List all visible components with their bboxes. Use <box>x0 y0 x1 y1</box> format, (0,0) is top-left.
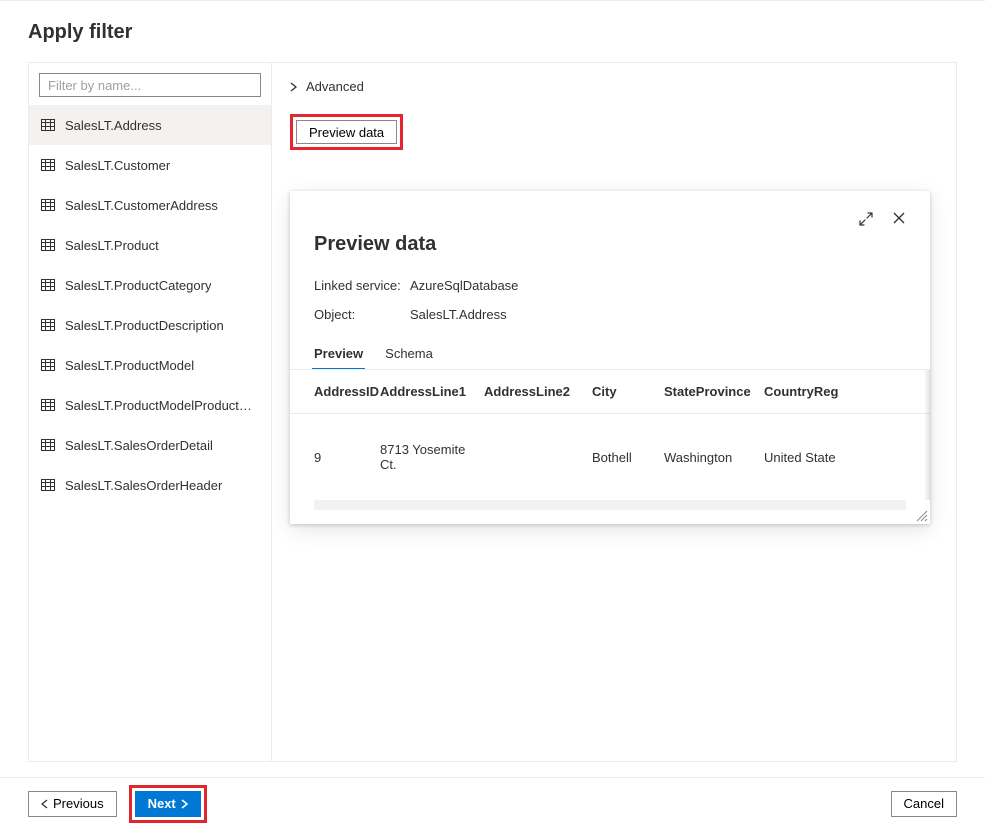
advanced-toggle[interactable]: Advanced <box>290 79 938 94</box>
cancel-button[interactable]: Cancel <box>891 791 957 817</box>
column-header[interactable]: CountryReg <box>764 370 930 414</box>
table-item[interactable]: SalesLT.Customer <box>29 145 271 185</box>
column-header[interactable]: StateProvince <box>664 370 764 414</box>
table-item-label: SalesLT.Address <box>65 118 162 133</box>
table-row[interactable]: 98713 Yosemite Ct. BothellWashingtonUnite… <box>290 414 930 501</box>
preview-grid: AddressIDAddressLine1AddressLine2CitySta… <box>290 370 930 500</box>
wizard-footer: Previous Next Cancel <box>0 777 985 829</box>
table-item[interactable]: SalesLT.Address <box>29 105 271 145</box>
horizontal-scrollbar[interactable] <box>314 500 906 510</box>
column-header[interactable]: AddressID <box>290 370 380 414</box>
table-icon <box>41 279 55 291</box>
table-icon <box>41 239 55 251</box>
table-icon <box>41 399 55 411</box>
table-item-label: SalesLT.SalesOrderHeader <box>65 478 222 493</box>
tab-schema[interactable]: Schema <box>385 346 433 369</box>
previous-button[interactable]: Previous <box>28 791 117 817</box>
table-icon <box>41 359 55 371</box>
table-item[interactable]: SalesLT.ProductDescription <box>29 305 271 345</box>
column-header[interactable]: AddressLine1 <box>380 370 484 414</box>
expand-icon[interactable] <box>858 211 874 227</box>
table-item-label: SalesLT.ProductDescription <box>65 318 224 333</box>
table-item[interactable]: SalesLT.Product <box>29 225 271 265</box>
table-item-label: SalesLT.ProductCategory <box>65 278 211 293</box>
table-item-label: SalesLT.ProductModelProductDe... <box>65 398 259 413</box>
table-item-label: SalesLT.Product <box>65 238 159 253</box>
right-pane: Advanced Preview data <box>272 63 956 761</box>
table-item-label: SalesLT.CustomerAddress <box>65 198 218 213</box>
table-list: SalesLT.Address SalesLT.Customer SalesLT.C… <box>29 105 271 761</box>
linked-service-value: AzureSqlDatabase <box>410 278 518 293</box>
next-button[interactable]: Next <box>135 791 201 817</box>
cell: 9 <box>290 414 380 501</box>
linked-service-label: Linked service: <box>314 278 410 293</box>
table-item[interactable]: SalesLT.CustomerAddress <box>29 185 271 225</box>
cell <box>484 414 592 501</box>
object-label: Object: <box>314 307 410 322</box>
table-icon <box>41 479 55 491</box>
filter-by-name-input[interactable] <box>39 73 261 97</box>
column-header[interactable]: AddressLine2 <box>484 370 592 414</box>
table-item[interactable]: SalesLT.ProductModel <box>29 345 271 385</box>
table-list-pane: SalesLT.Address SalesLT.Customer SalesLT.C… <box>29 63 272 761</box>
main-panel: SalesLT.Address SalesLT.Customer SalesLT.C… <box>28 62 957 762</box>
table-item[interactable]: SalesLT.ProductCategory <box>29 265 271 305</box>
cell: 8713 Yosemite Ct. <box>380 414 484 501</box>
preview-data-panel: Preview data Linked service: AzureSqlDat… <box>290 191 930 524</box>
table-icon <box>41 319 55 331</box>
table-item[interactable]: SalesLT.ProductModelProductDe... <box>29 385 271 425</box>
tab-preview[interactable]: Preview <box>314 346 363 369</box>
table-item-label: SalesLT.SalesOrderDetail <box>65 438 213 453</box>
resize-handle-icon <box>914 508 928 522</box>
table-item-label: SalesLT.ProductModel <box>65 358 194 373</box>
table-item-label: SalesLT.Customer <box>65 158 170 173</box>
preview-data-button[interactable]: Preview data <box>296 120 397 144</box>
chevron-right-icon <box>290 82 298 92</box>
table-icon <box>41 119 55 131</box>
table-icon <box>41 199 55 211</box>
object-value: SalesLT.Address <box>410 307 507 322</box>
advanced-label: Advanced <box>306 79 364 94</box>
table-icon <box>41 439 55 451</box>
chevron-right-icon <box>180 799 188 809</box>
preview-data-highlight: Preview data <box>290 114 403 150</box>
table-icon <box>41 159 55 171</box>
preview-panel-title: Preview data <box>314 233 906 256</box>
close-icon[interactable] <box>892 211 906 227</box>
table-item[interactable]: SalesLT.SalesOrderHeader <box>29 465 271 505</box>
cell: United State <box>764 414 930 501</box>
next-button-highlight: Next <box>129 785 207 823</box>
column-header[interactable]: City <box>592 370 664 414</box>
cell: Bothell <box>592 414 664 501</box>
cell: Washington <box>664 414 764 501</box>
chevron-left-icon <box>41 799 49 809</box>
page-title: Apply filter <box>28 21 957 44</box>
table-item[interactable]: SalesLT.SalesOrderDetail <box>29 425 271 465</box>
